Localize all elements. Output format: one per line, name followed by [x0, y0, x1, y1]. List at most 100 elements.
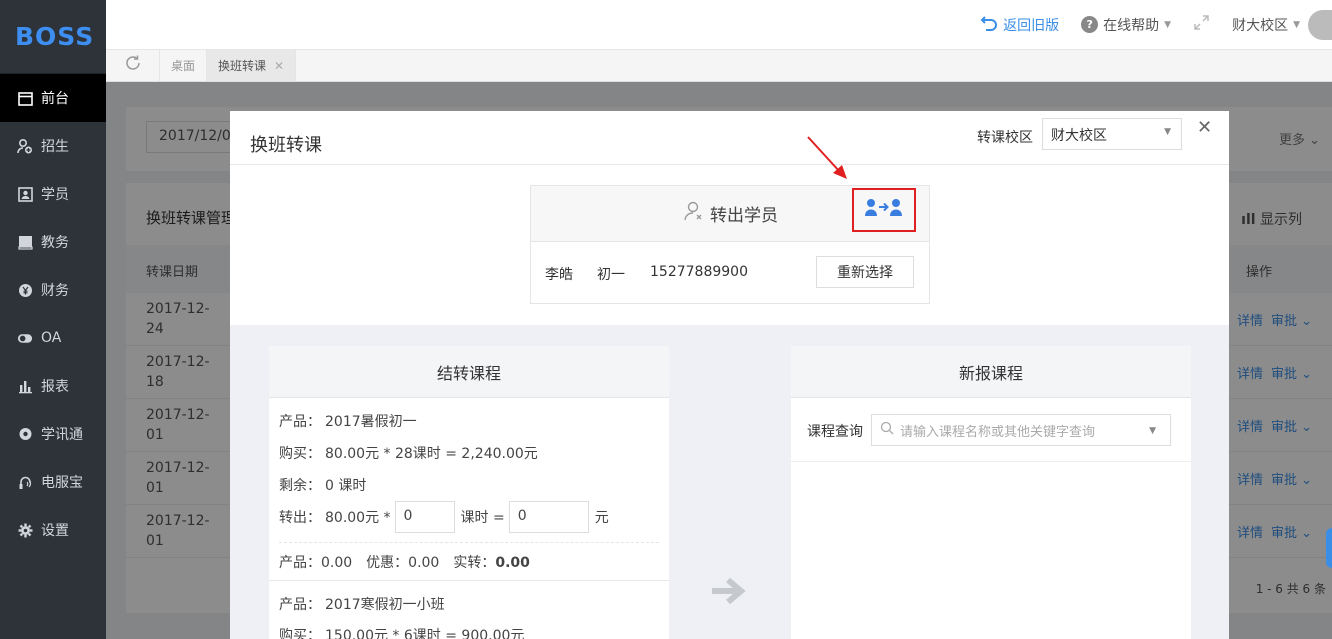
- summary-line: 产品：0.00 优惠：0.00 实转：0.00: [279, 552, 530, 572]
- side-handle[interactable]: [1326, 528, 1332, 568]
- course-search-input[interactable]: 请输入课程名称或其他关键字查询 ▼: [871, 414, 1171, 446]
- product-value: 2017暑假初一: [325, 414, 417, 430]
- back-to-old-version-link[interactable]: 返回旧版: [980, 14, 1059, 36]
- sidebar-item-reports[interactable]: 报表: [0, 362, 106, 410]
- divider: [269, 580, 669, 581]
- sidebar-item-label: 前台: [41, 91, 69, 107]
- product-value: 2017寒假初一小班: [325, 597, 445, 613]
- student-grade: 初一: [597, 267, 625, 283]
- course-search-placeholder: 请输入课程名称或其他关键字查询: [900, 424, 1096, 440]
- id-card-icon: [17, 186, 33, 202]
- modal-header: 换班转课 转课校区 财大校区 ▼ ✕: [230, 111, 1229, 165]
- transfer-out-label: 转出：: [279, 510, 321, 526]
- reselect-button[interactable]: 重新选择: [816, 256, 914, 288]
- course-transfer-area: 结转课程 产品： 2017暑假初一 购买： 80.00元 * 28课时 = 2,…: [230, 325, 1229, 639]
- product-line: 产品： 2017寒假初一小班: [279, 594, 445, 614]
- sidebar-item-finance[interactable]: 财务: [0, 266, 106, 314]
- user-add-icon: [17, 138, 33, 154]
- class-transfer-modal: 换班转课 转课校区 财大校区 ▼ ✕ 转出学员 李皓 初一 1527788990…: [230, 111, 1229, 639]
- sidebar-item-label: OA: [41, 330, 62, 346]
- app-logo[interactable]: BOSS: [0, 0, 106, 74]
- chevron-down-icon: ▼: [1149, 426, 1156, 436]
- yen-icon: [17, 282, 33, 298]
- currency-label: 元: [594, 510, 609, 526]
- back-to-old-version-label: 返回旧版: [1003, 17, 1060, 34]
- sidebar-item-label: 电服宝: [41, 475, 83, 491]
- online-help-menu[interactable]: ? 在线帮助 ▼: [1081, 15, 1171, 35]
- refresh-button[interactable]: [106, 50, 160, 81]
- sidebar-item-label: 学员: [41, 187, 69, 203]
- expand-icon: [1193, 14, 1210, 35]
- modal-title: 换班转课: [250, 135, 322, 156]
- purchase-value: 80.00元 * 28课时 = 2,240.00元: [325, 446, 538, 462]
- sidebar-item-oa[interactable]: OA: [0, 314, 106, 362]
- sidebar-item-dianfubao[interactable]: 电服宝: [0, 458, 106, 506]
- sidebar-item-label: 设置: [41, 523, 69, 539]
- sidebar-item-settings[interactable]: 设置: [0, 506, 106, 554]
- summary-discount: 优惠：0.00: [366, 555, 440, 571]
- avatar[interactable]: [1308, 9, 1332, 40]
- transfer-campus-label: 转课校区: [977, 130, 1033, 146]
- purchase-value: 150.00元 * 6课时 = 900.00元: [325, 628, 525, 639]
- sidebar-item-xuexuntong[interactable]: 学讯通: [0, 410, 106, 458]
- tab-desktop[interactable]: 桌面: [160, 50, 208, 81]
- calendar-icon: [17, 90, 33, 106]
- student-card: 转出学员 李皓 初一 15277889900 重新选择: [530, 185, 930, 304]
- chevron-down-icon: ▼: [1164, 19, 1172, 30]
- chevron-down-icon: ▼: [1293, 19, 1300, 30]
- tab-label: 桌面: [171, 59, 196, 73]
- remaining-line: 剩余： 0 课时: [279, 475, 366, 495]
- swap-student-button[interactable]: [852, 188, 916, 232]
- remaining-value: 0 课时: [325, 478, 367, 494]
- student-info: 李皓 初一 15277889900 重新选择: [531, 242, 929, 304]
- purchase-line: 购买： 80.00元 * 28课时 = 2,240.00元: [279, 443, 538, 463]
- sidebar-item-label: 报表: [41, 379, 69, 395]
- toggle-icon: [17, 330, 33, 346]
- transfer-out-line: 转出： 80.00元 * 0 课时 = 0 元: [279, 501, 609, 533]
- person-icon: [682, 200, 704, 227]
- hours-equals-label: 课时 =: [460, 510, 505, 526]
- tabs-bar: 桌面 换班转课 ✕: [106, 50, 1332, 82]
- divider: [791, 461, 1191, 462]
- help-icon: ?: [1081, 16, 1099, 33]
- sidebar-item-label: 教务: [41, 235, 69, 251]
- headset-icon: [17, 474, 33, 490]
- undo-icon: [980, 14, 998, 36]
- purchase-label: 购买：: [279, 446, 321, 462]
- new-course-title: 新报课程: [791, 346, 1191, 398]
- product-label: 产品：: [279, 597, 321, 613]
- close-icon[interactable]: ✕: [274, 59, 284, 73]
- refresh-icon: [124, 54, 142, 77]
- product-line: 产品： 2017暑假初一: [279, 411, 417, 431]
- search-icon: [880, 421, 894, 439]
- fullscreen-button[interactable]: [1193, 14, 1210, 35]
- purchase-line: 购买： 150.00元 * 6课时 = 900.00元: [279, 625, 524, 639]
- summary-product: 产品：0.00: [279, 555, 353, 571]
- campus-switcher[interactable]: 财大校区 ▼: [1232, 15, 1300, 35]
- sidebar-item-label: 招生: [41, 139, 69, 155]
- sidebar-item-enrollment[interactable]: 招生: [0, 122, 106, 170]
- summary-actual: 实转：0.00: [453, 555, 530, 571]
- top-bar: 返回旧版 ? 在线帮助 ▼ 财大校区 ▼: [106, 0, 1332, 50]
- course-query-label: 课程查询: [807, 424, 863, 440]
- product-label: 产品：: [279, 414, 321, 430]
- arrow-right-icon: [710, 575, 746, 615]
- transfer-hours-input[interactable]: 0: [394, 501, 455, 533]
- new-course-panel: 新报课程 课程查询 请输入课程名称或其他关键字查询 ▼: [791, 346, 1191, 639]
- transfer-campus-value: 财大校区: [1051, 128, 1107, 144]
- book-icon: [17, 234, 33, 250]
- close-icon[interactable]: ✕: [1197, 117, 1212, 138]
- transfer-users-icon: [864, 198, 904, 223]
- online-help-label: 在线帮助: [1103, 17, 1160, 34]
- location-icon: [17, 426, 33, 442]
- tab-class-transfer[interactable]: 换班转课 ✕: [207, 50, 297, 81]
- sidebar-item-front-desk[interactable]: 前台: [0, 74, 106, 122]
- transfer-amount-input[interactable]: 0: [508, 501, 589, 533]
- gear-icon: [17, 522, 33, 538]
- sidebar-item-label: 学讯通: [41, 427, 83, 443]
- transfer-campus-select[interactable]: 财大校区 ▼: [1042, 118, 1182, 150]
- sidebar-item-academics[interactable]: 教务: [0, 218, 106, 266]
- tab-label: 换班转课: [218, 59, 267, 73]
- sidebar-item-students[interactable]: 学员: [0, 170, 106, 218]
- sidebar-item-label: 财务: [41, 283, 69, 299]
